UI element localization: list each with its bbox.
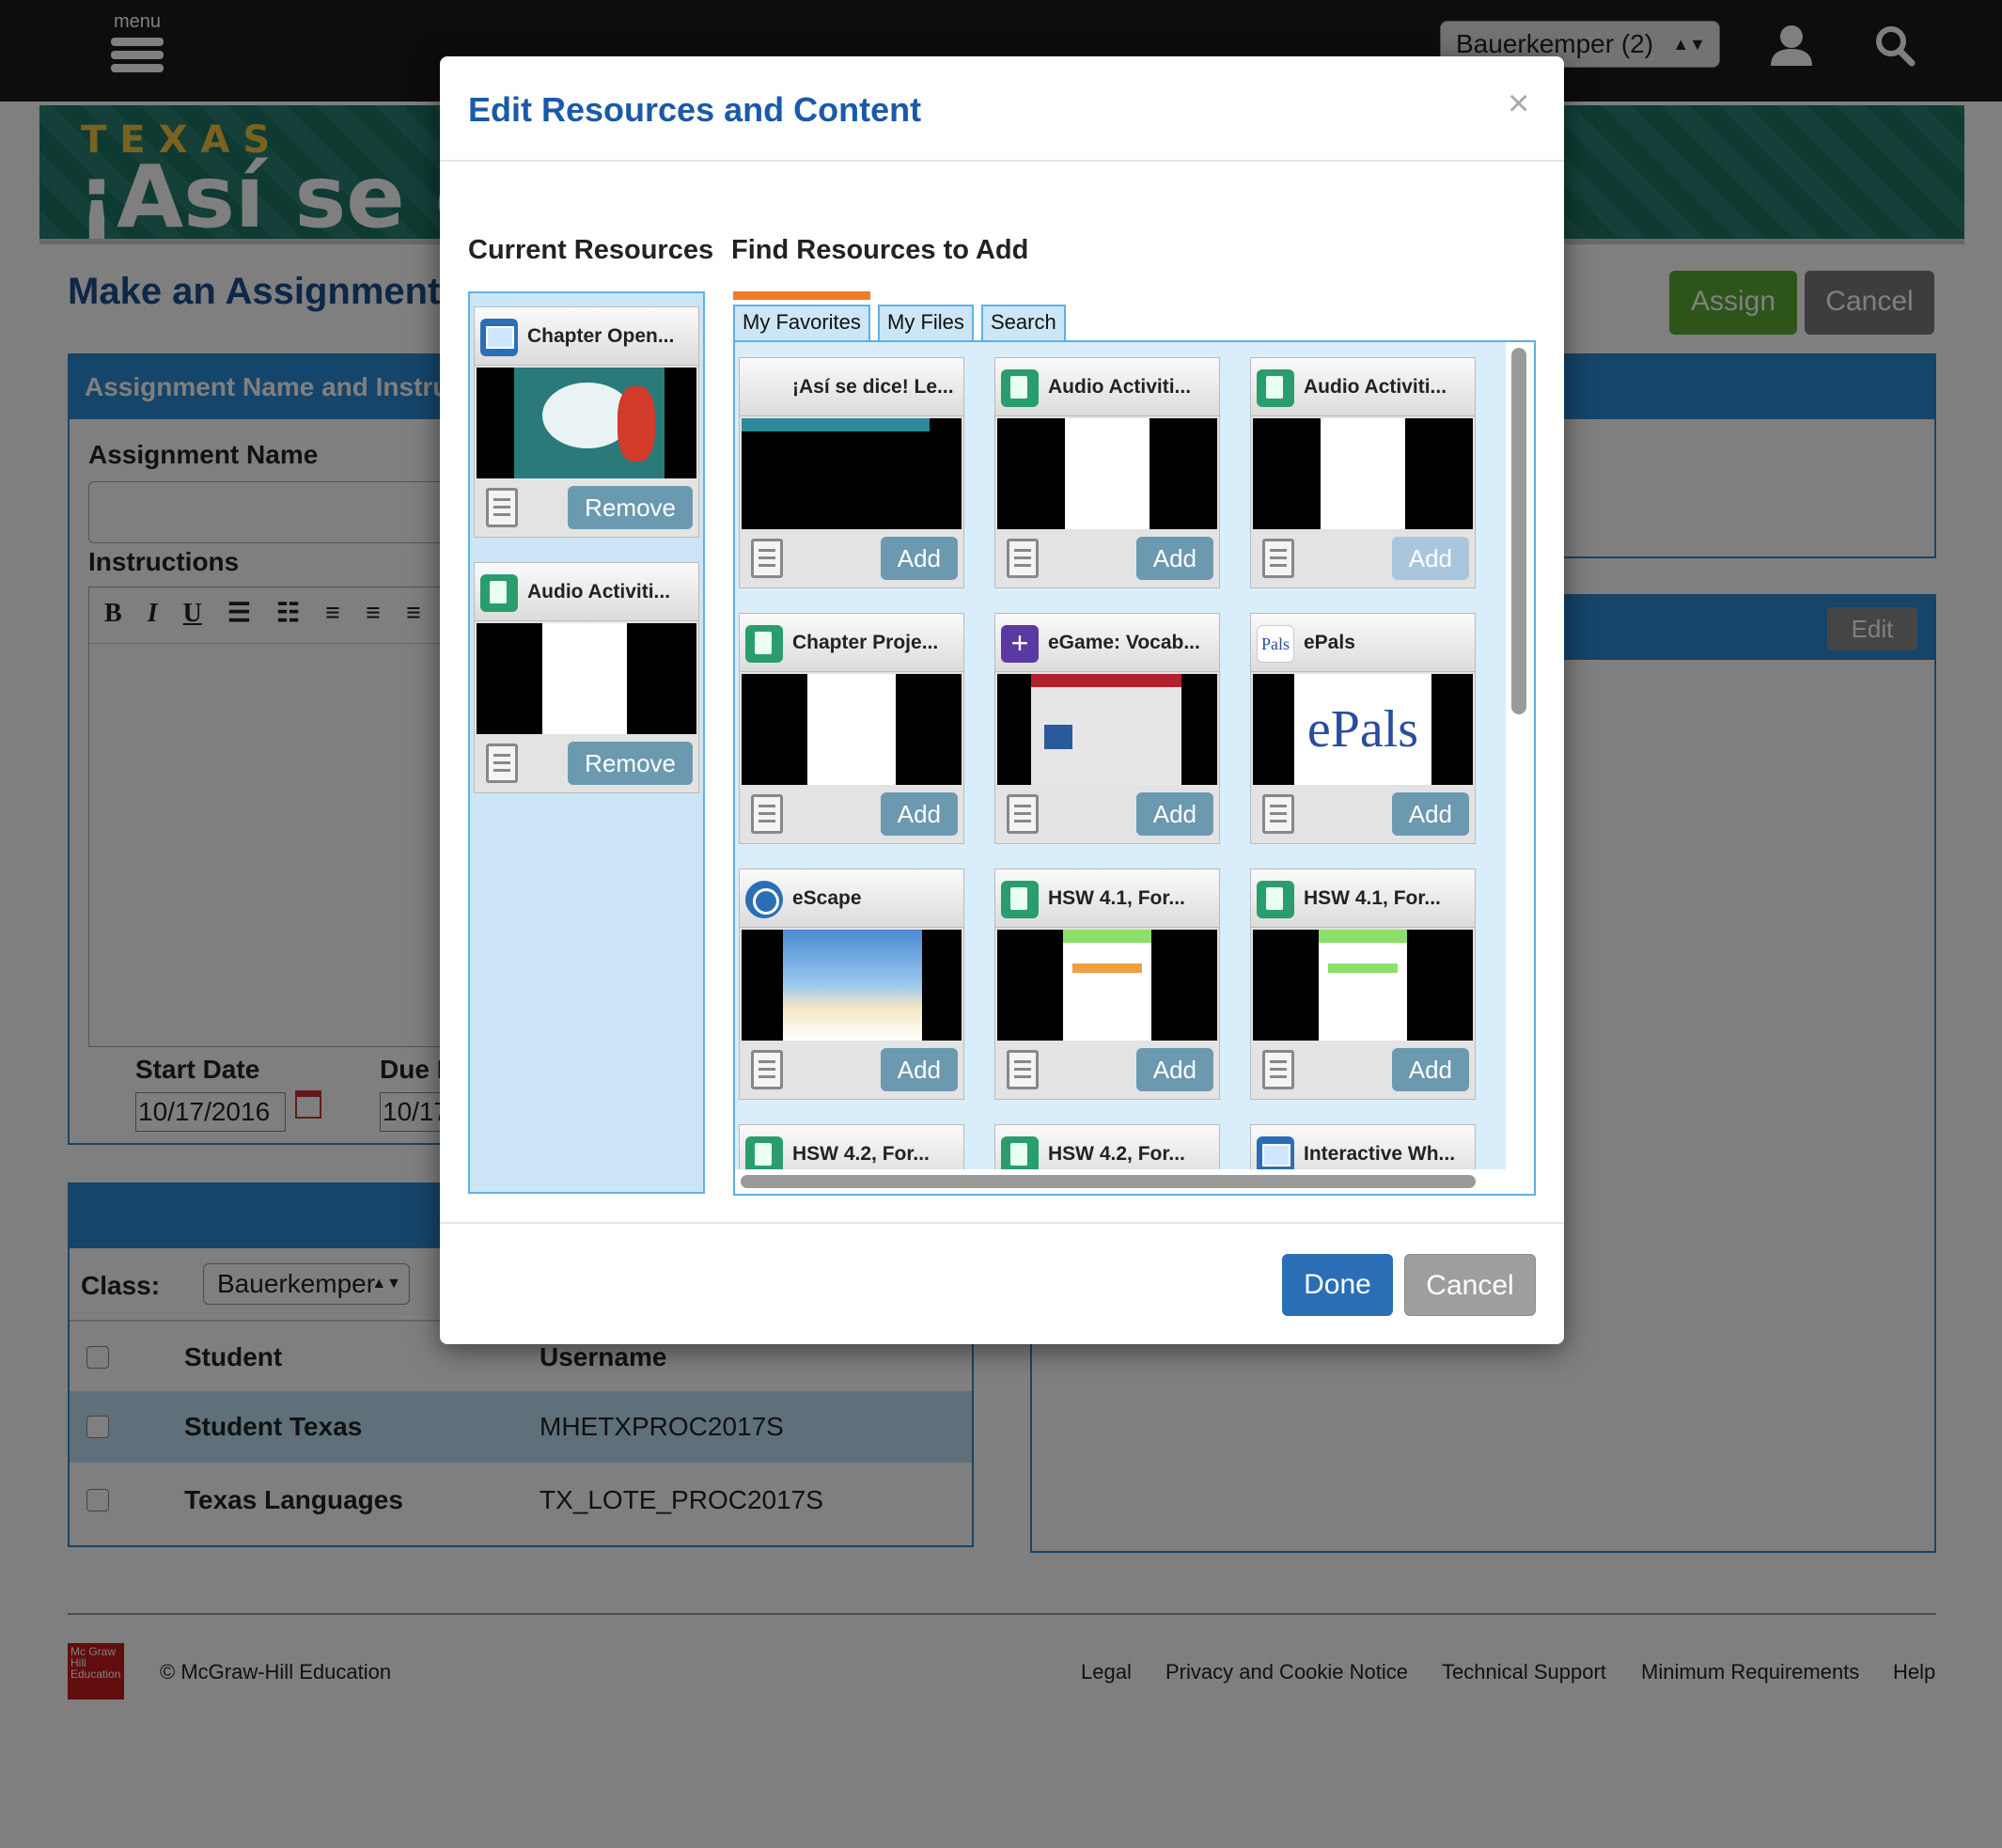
resource-card: HSW 4.1, For... Add: [1250, 869, 1476, 1100]
resource-thumbnail: [1253, 418, 1473, 529]
document-icon: [1001, 1136, 1039, 1169]
document-icon: [480, 574, 518, 612]
resource-thumbnail: [997, 674, 1217, 785]
resource-title: HSW 4.1, For...: [1304, 887, 1441, 909]
resource-title: HSW 4.2, For...: [792, 1143, 930, 1165]
document-icon: [1257, 881, 1294, 918]
epals-logo: ePals: [1294, 674, 1431, 785]
resource-card: Chapter Proje... Add: [739, 613, 964, 844]
resource-title: Chapter Proje...: [792, 632, 939, 653]
modal-divider: [440, 160, 1564, 162]
resource-title: Interactive Wh...: [1304, 1143, 1456, 1165]
resource-card: Audio Activiti... Add: [994, 357, 1220, 588]
document-icon: [1262, 794, 1294, 834]
resource-card: Interactive Wh...: [1250, 1124, 1476, 1169]
vertical-scrollbar[interactable]: [1511, 348, 1526, 714]
add-button[interactable]: Add: [1135, 792, 1213, 836]
document-icon: [751, 539, 783, 578]
document-icon: [751, 794, 783, 834]
current-resources-heading: Current Resources: [468, 235, 714, 265]
document-icon: [745, 625, 783, 663]
resource-grid: ¡Así se dice! Le... Add Audio Activiti..…: [735, 342, 1506, 1169]
document-icon: [1007, 539, 1039, 578]
document-icon: [1262, 1050, 1294, 1089]
edit-resources-modal: Edit Resources and Content × Current Res…: [440, 56, 1564, 1344]
close-icon[interactable]: ×: [1508, 83, 1529, 125]
resource-title: Audio Activiti...: [1304, 376, 1447, 398]
done-button[interactable]: Done: [1282, 1254, 1393, 1316]
find-resources-panel: ¡Así se dice! Le... Add Audio Activiti..…: [733, 340, 1536, 1196]
document-icon: [1262, 539, 1294, 578]
resource-thumbnail: [997, 930, 1217, 1041]
resource-title: HSW 4.1, For...: [1048, 887, 1185, 909]
resource-card: ¡Así se dice! Le... Add: [739, 357, 964, 588]
horizontal-scrollbar[interactable]: [741, 1175, 1476, 1188]
epals-icon: Pals: [1257, 625, 1294, 663]
resource-card: HSW 4.2, For...: [739, 1124, 964, 1169]
find-heading-underline: [733, 291, 870, 300]
resource-thumbnail: [1253, 930, 1473, 1041]
globe-icon: [745, 881, 783, 918]
document-icon: [486, 488, 518, 527]
remove-button[interactable]: Remove: [568, 486, 693, 529]
find-resources-heading: Find Resources to Add: [731, 235, 1029, 265]
resource-card: HSW 4.1, For... Add: [994, 869, 1220, 1100]
monitor-icon: [1257, 1136, 1294, 1169]
tab-my-favorites[interactable]: My Favorites: [733, 305, 870, 340]
document-icon: [751, 1050, 783, 1089]
current-resources-panel: Chapter Open... Remove Audio Activiti...…: [468, 291, 705, 1194]
add-button[interactable]: Add: [880, 1048, 958, 1091]
resource-card: eScape Add: [739, 869, 964, 1100]
add-button[interactable]: Add: [1391, 792, 1469, 836]
resource-thumbnail: [742, 418, 962, 529]
add-button[interactable]: Add: [1135, 537, 1213, 580]
resource-thumbnail: [477, 368, 696, 478]
document-icon: [1007, 794, 1039, 834]
modal-cancel-button[interactable]: Cancel: [1404, 1254, 1536, 1316]
resource-card: + eGame: Vocab... Add: [994, 613, 1220, 844]
resource-title: HSW 4.2, For...: [1048, 1143, 1185, 1165]
resource-title: Audio Activiti...: [1048, 376, 1192, 398]
resource-title: ePals: [1304, 632, 1355, 653]
game-icon: +: [1001, 625, 1039, 663]
document-icon: [1007, 1050, 1039, 1089]
resource-title: Audio Activiti...: [527, 581, 671, 603]
resource-thumbnail: [742, 930, 962, 1041]
current-resource-card: Chapter Open... Remove: [474, 306, 699, 538]
add-button[interactable]: Add: [1391, 1048, 1469, 1091]
resource-card: Audio Activiti... Add: [1250, 357, 1476, 588]
resource-title: Chapter Open...: [527, 325, 675, 347]
resource-title: eScape: [792, 887, 862, 909]
document-icon: [1001, 881, 1039, 918]
modal-title: Edit Resources and Content: [468, 90, 922, 129]
document-icon: [486, 744, 518, 783]
add-button[interactable]: Add: [1135, 1048, 1213, 1091]
resource-title: ¡Así se dice! Le...: [792, 376, 954, 398]
resource-card: Pals ePals ePals Add: [1250, 613, 1476, 844]
document-icon: [1257, 369, 1294, 407]
tab-search[interactable]: Search: [981, 305, 1066, 340]
resource-title: eGame: Vocab...: [1048, 632, 1200, 653]
tab-my-files[interactable]: My Files: [878, 305, 974, 340]
add-button[interactable]: Add: [880, 792, 958, 836]
document-icon: [1001, 369, 1039, 407]
document-icon: [745, 1136, 783, 1169]
resource-thumbnail: [997, 418, 1217, 529]
resource-thumbnail: [477, 623, 696, 734]
add-button[interactable]: Add: [880, 537, 958, 580]
resource-thumbnail: ePals: [1253, 674, 1473, 785]
current-resource-card: Audio Activiti... Remove: [474, 562, 699, 793]
modal-footer-divider: [440, 1222, 1564, 1224]
remove-button[interactable]: Remove: [568, 742, 693, 785]
resource-thumbnail: [742, 674, 962, 785]
resource-card: HSW 4.2, For...: [994, 1124, 1220, 1169]
monitor-icon: [480, 319, 518, 356]
add-button-disabled: Add: [1391, 537, 1469, 580]
